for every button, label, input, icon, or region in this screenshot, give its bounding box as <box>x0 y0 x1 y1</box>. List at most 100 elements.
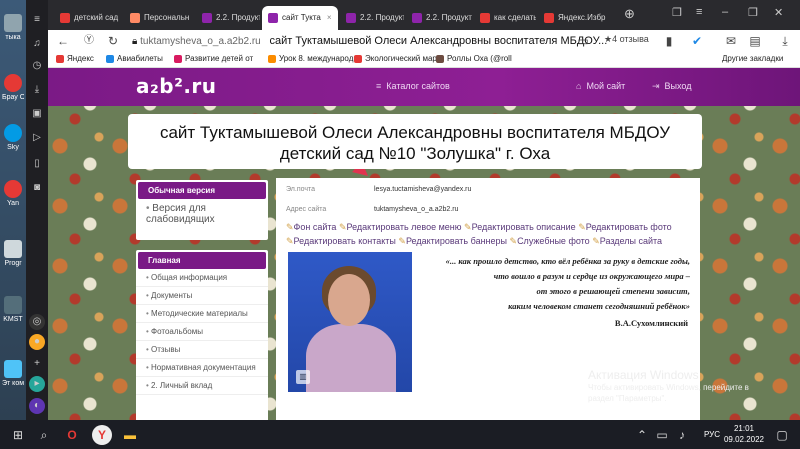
edit-link-background[interactable]: ✎Фон сайта <box>286 222 336 232</box>
edit-link-sections[interactable]: ✎Разделы сайта <box>592 236 662 246</box>
vpn-icon[interactable]: ✔ <box>690 34 704 48</box>
reviews-badge[interactable]: ★4 отзыва <box>604 34 649 45</box>
sidebar-item[interactable]: Документы <box>136 287 268 305</box>
edit-link-banners[interactable]: ✎Редактировать баннеры <box>398 236 507 246</box>
tab[interactable]: детский сад <box>54 6 122 30</box>
logout-link[interactable]: ⇥ Выход <box>652 81 691 92</box>
maximize-icon[interactable]: ❐ <box>748 6 758 19</box>
new-tab-icon[interactable]: ⊕ <box>624 6 635 22</box>
minimize-icon[interactable]: – <box>722 6 728 18</box>
accessible-version-link[interactable]: Версия для слабовидящих <box>136 199 268 231</box>
play-icon[interactable]: ▷ <box>29 130 45 146</box>
site-logo[interactable]: a₂b².ru <box>136 74 217 98</box>
pencil-icon: ✎ <box>578 222 586 232</box>
hamburger-icon[interactable]: ≡ <box>696 6 702 18</box>
browser-window: детский сад Персональн 2.2. Продукт сайт… <box>48 0 800 420</box>
desktop-icon-browser[interactable]: Брау Ор <box>2 74 24 114</box>
alice-voice-icon[interactable]: ◐ <box>29 398 45 414</box>
file-explorer-icon[interactable]: ▬ <box>120 425 140 445</box>
add-icon[interactable]: + <box>29 356 45 372</box>
search-icon[interactable]: ⌕ <box>34 425 54 445</box>
info-icon[interactable]: ▭ <box>576 34 590 48</box>
tray-expand-icon[interactable]: ⌃ <box>632 425 652 445</box>
tab[interactable]: 2.2. Продукт <box>196 6 260 30</box>
tab-active[interactable]: сайт Тукта × <box>262 6 338 30</box>
tab[interactable]: Персональн <box>124 6 196 30</box>
tab-bar: детский сад Персональн 2.2. Продукт сайт… <box>48 0 800 30</box>
home-icon: ⌂ <box>576 81 582 91</box>
history-icon[interactable]: ◷ <box>29 58 45 74</box>
bookmark-item[interactable]: Роллы Оха (@roll <box>436 54 512 63</box>
opera-icon[interactable]: O <box>62 425 82 445</box>
left-sidebar: Обычная версия Версия для слабовидящих Г… <box>136 180 268 420</box>
catalog-link[interactable]: ≡ Каталог сайтов <box>376 81 450 91</box>
alice-icon[interactable]: ◎ <box>29 314 45 330</box>
sidebar-item[interactable]: Методические материалы <box>136 305 268 323</box>
version-card: Обычная версия Версия для слабовидящих <box>136 180 268 240</box>
bookmark-item[interactable]: Яндекс <box>56 54 94 63</box>
sidebar-item[interactable]: Фотоальбомы <box>136 323 268 341</box>
network-icon[interactable]: ▭ <box>652 425 672 445</box>
clock[interactable]: 21:01 09.02.2022 <box>724 423 764 445</box>
site-title: сайт Туктамышевой Олеси Александровны во… <box>128 114 702 169</box>
desktop-icon-skype[interactable]: Sky <box>2 124 24 164</box>
sidebar-item[interactable]: Отзывы <box>136 341 268 359</box>
close-window-icon[interactable]: ✕ <box>774 6 783 19</box>
sidebar-item[interactable]: Нормативная документация <box>136 359 268 377</box>
desktop-icon-programs[interactable]: Progr <box>2 240 24 280</box>
yandex-browser-icon[interactable]: Y <box>92 425 112 445</box>
main-menu-heading[interactable]: Главная <box>138 252 266 269</box>
my-site-link[interactable]: ⌂ Мой сайт <box>576 81 625 91</box>
tab[interactable]: 2.2. Продукт <box>406 6 472 30</box>
back-icon[interactable]: ← <box>56 34 70 48</box>
tab[interactable]: 2.2. Продукт <box>340 6 404 30</box>
url-field[interactable]: 🔒︎ tuktamysheva_o_a.a2b2.ru сайт Туктамы… <box>132 33 752 49</box>
bookmarks-bar: Яндекс Авиабилеты Развитие детей от Урок… <box>48 52 800 68</box>
phone-icon[interactable]: ▯ <box>29 156 45 172</box>
sidebar-item[interactable]: Общая информация <box>136 269 268 287</box>
tab-favicon-icon <box>202 12 212 23</box>
volume-icon[interactable]: ♪ <box>672 425 692 445</box>
extensions-icon[interactable]: ▤ <box>748 34 762 48</box>
close-tab-icon[interactable]: × <box>327 13 332 22</box>
bookmark-item[interactable]: Авиабилеты <box>106 54 163 63</box>
language-indicator[interactable]: РУС <box>704 430 720 439</box>
edit-link-photo[interactable]: ✎Редактировать фото <box>578 222 671 232</box>
tab[interactable]: как сделать <box>474 6 536 30</box>
downloads-icon[interactable]: ⤓ <box>29 82 45 98</box>
bookmark-icon[interactable]: ▮ <box>662 34 676 48</box>
desktop: тыка Брау Ор Sky Yan Progr KMST Эт компь <box>0 0 26 420</box>
edit-link-contacts[interactable]: ✎Редактировать контакты <box>286 236 396 246</box>
profile-photo: ▥ <box>288 252 412 392</box>
desktop-icon-yandex[interactable]: Yan <box>2 180 24 220</box>
download-icon[interactable]: ⤓ <box>778 34 792 48</box>
desktop-icon-kmst[interactable]: KMST <box>2 296 24 336</box>
desktop-icon-1[interactable]: тыка <box>2 14 24 54</box>
desktop-icon-computer[interactable]: Эт компь <box>2 360 24 400</box>
app-icon[interactable]: ● <box>29 334 45 350</box>
edit-link-description[interactable]: ✎Редактировать описание <box>464 222 576 232</box>
share-icon[interactable]: ✉ <box>724 34 738 48</box>
tab[interactable]: Яндекс.Избр <box>538 6 614 30</box>
bookmark-item[interactable]: Развитие детей от <box>174 54 253 63</box>
forward-app-icon[interactable]: ▸ <box>29 376 45 392</box>
edit-link-service-photos[interactable]: ✎Служебные фото <box>510 236 590 246</box>
ya-icon[interactable]: Ⓨ <box>82 34 96 48</box>
bookmark-item[interactable]: Урок 8. международн <box>268 54 358 63</box>
notifications-icon[interactable]: ▢ <box>772 425 792 445</box>
bookmark-item[interactable]: Экологический мар <box>354 54 437 63</box>
reload-icon[interactable]: ↻ <box>106 34 120 48</box>
tabs-menu-icon[interactable]: ❐ <box>672 6 682 19</box>
collections-icon[interactable]: ▣ <box>29 106 45 122</box>
windows-start-icon[interactable]: ⊞ <box>8 425 28 445</box>
edit-link-left-menu[interactable]: ✎Редактировать левое меню <box>339 222 462 232</box>
sidebar-item[interactable]: 2. Личный вклад <box>136 377 268 395</box>
menu-icon[interactable]: ≡ <box>29 12 45 28</box>
web-page: a₂b².ru ≡ Каталог сайтов ⌂ Мой сайт ⇥ Выход… <box>48 68 800 420</box>
windows-activation-watermark: Активация Windows Чтобы активировать Win… <box>588 368 749 403</box>
bell-icon[interactable]: ♫ <box>29 36 45 52</box>
edit-links: ✎Фон сайта ✎Редактировать левое меню ✎Ре… <box>286 220 692 248</box>
other-bookmarks[interactable]: Другие закладки <box>722 54 783 63</box>
camera-icon[interactable]: ◙ <box>29 180 45 196</box>
quote: «... как прошло детство, кто вёл ребёнка… <box>445 256 690 328</box>
